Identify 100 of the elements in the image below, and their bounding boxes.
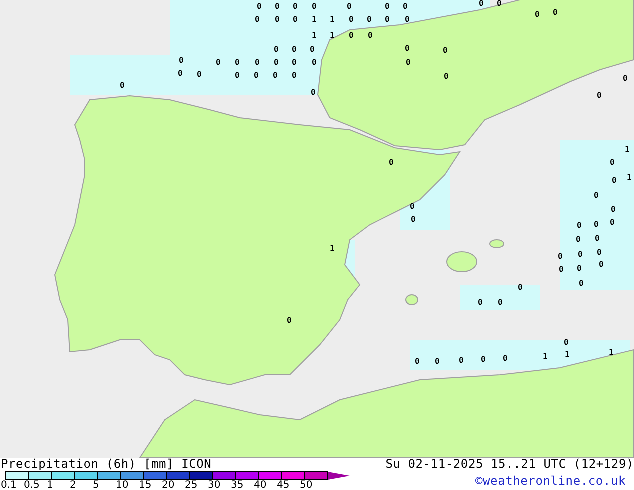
precipitation-value: 0 [564,339,569,347]
precipitation-value: 0 [312,59,317,67]
precipitation-value: 0 [292,72,297,80]
precipitation-value: 0 [273,72,278,80]
scale-label: 1 [47,480,54,490]
scale-label: 40 [254,480,268,490]
precipitation-value: 0 [415,358,420,366]
precipitation-value: 1 [330,32,335,40]
precipitation-value: 0 [275,3,280,11]
precipitation-value: 0 [444,73,449,81]
precipitation-value: 0 [497,0,502,8]
precipitation-value: 1 [543,353,548,361]
precipitation-value: 1 [330,16,335,24]
precipitation-value: 0 [287,317,292,325]
scale-arrow-icon [328,472,350,480]
scale-label: 5 [93,480,100,490]
precipitation-value: 0 [235,72,240,80]
precipitation-value: 0 [254,72,259,80]
legend-title: Precipitation (6h) [mm] ICON [1,458,213,471]
precipitation-value: 0 [235,59,240,67]
precipitation-value: 0 [535,11,540,19]
scale-label: 50 [300,480,314,490]
credit-link[interactable]: ©weatheronline.co.uk [476,475,626,488]
precipitation-value: 0 [459,357,464,365]
scale-label: 35 [231,480,245,490]
precipitation-value: 0 [623,75,628,83]
scale-label: 20 [162,480,176,490]
precipitation-value: 0 [274,46,279,54]
precipitation-value: 0 [292,59,297,67]
precipitation-value: 0 [553,9,558,17]
precipitation-value: 0 [293,16,298,24]
precipitation-value: 0 [405,45,410,53]
precipitation-value: 0 [503,355,508,363]
scale-label: 15 [139,480,153,490]
precipitation-value: 0 [610,219,615,227]
precipitation-value: 1 [565,351,570,359]
scale-label: 30 [208,480,222,490]
precipitation-value: 0 [599,261,604,269]
scale-label: 0.1 [1,480,18,490]
precipitation-value: 0 [435,358,440,366]
precipitation-value: 0 [597,249,602,257]
valid-time: Su 02-11-2025 15..21 UTC (12+129) [386,458,634,471]
precipitation-value: 0 [312,3,317,11]
precipitation-value: 0 [389,159,394,167]
precipitation-value: 0 [558,253,563,261]
precipitation-value: 0 [368,32,373,40]
precipitation-value: 0 [594,221,599,229]
precipitation-value: 0 [479,0,484,8]
precipitation-value: 0 [579,280,584,288]
precipitation-value: 0 [293,3,298,11]
precipitation-value: 0 [385,16,390,24]
precipitation-value: 0 [178,70,183,78]
precipitation-value: 0 [179,57,184,65]
precipitation-value: 1 [627,174,632,182]
precipitation-value: 0 [385,3,390,11]
precipitation-value: 1 [312,16,317,24]
scale-label: 10 [116,480,130,490]
precipitation-value: 0 [310,46,315,54]
precipitation-value: 0 [577,265,582,273]
precipitation-value: 0 [216,59,221,67]
precipitation-value: 0 [347,3,352,11]
precipitation-value: 0 [478,299,483,307]
precipitation-value: 0 [595,235,600,243]
precipitation-value: 0 [443,47,448,55]
scale-label: 25 [185,480,199,490]
precipitation-value: 0 [498,299,503,307]
precipitation-value: 0 [612,177,617,185]
scale-label: 0.5 [24,480,41,490]
precipitation-value: 0 [197,71,202,79]
precipitation-value: 0 [274,59,279,67]
precipitation-value: 0 [610,159,615,167]
precipitation-value: 0 [576,236,581,244]
precipitation-value: 0 [410,203,415,211]
precipitation-value: 0 [594,192,599,200]
precipitation-value: 0 [120,82,125,90]
precipitation-value: 0 [349,16,354,24]
precipitation-value: 0 [411,216,416,224]
precipitation-value: 0 [611,206,616,214]
precipitation-value: 1 [312,32,317,40]
precipitation-value: 0 [578,251,583,259]
precipitation-value: 0 [403,3,408,11]
precipitation-value: 1 [625,146,630,154]
precipitation-value: 0 [255,16,260,24]
precipitation-value: 0 [518,284,523,292]
precipitation-value: 0 [311,89,316,97]
scale-label: 2 [70,480,78,490]
precipitation-value: 0 [275,16,280,24]
precipitation-value: 1 [609,349,614,357]
precipitation-value: 0 [349,32,354,40]
precipitation-value: 0 [405,16,410,24]
precipitation-value: 0 [257,3,262,11]
precipitation-value: 0 [481,356,486,364]
precipitation-value: 0 [292,46,297,54]
precipitation-value: 0 [559,266,564,274]
precipitation-value: 0 [406,59,411,67]
precipitation-value: 0 [255,59,260,67]
precipitation-value: 0 [367,16,372,24]
scale-label: 45 [277,480,291,490]
precipitation-value: 0 [577,222,582,230]
precipitation-value: 1 [330,245,335,253]
